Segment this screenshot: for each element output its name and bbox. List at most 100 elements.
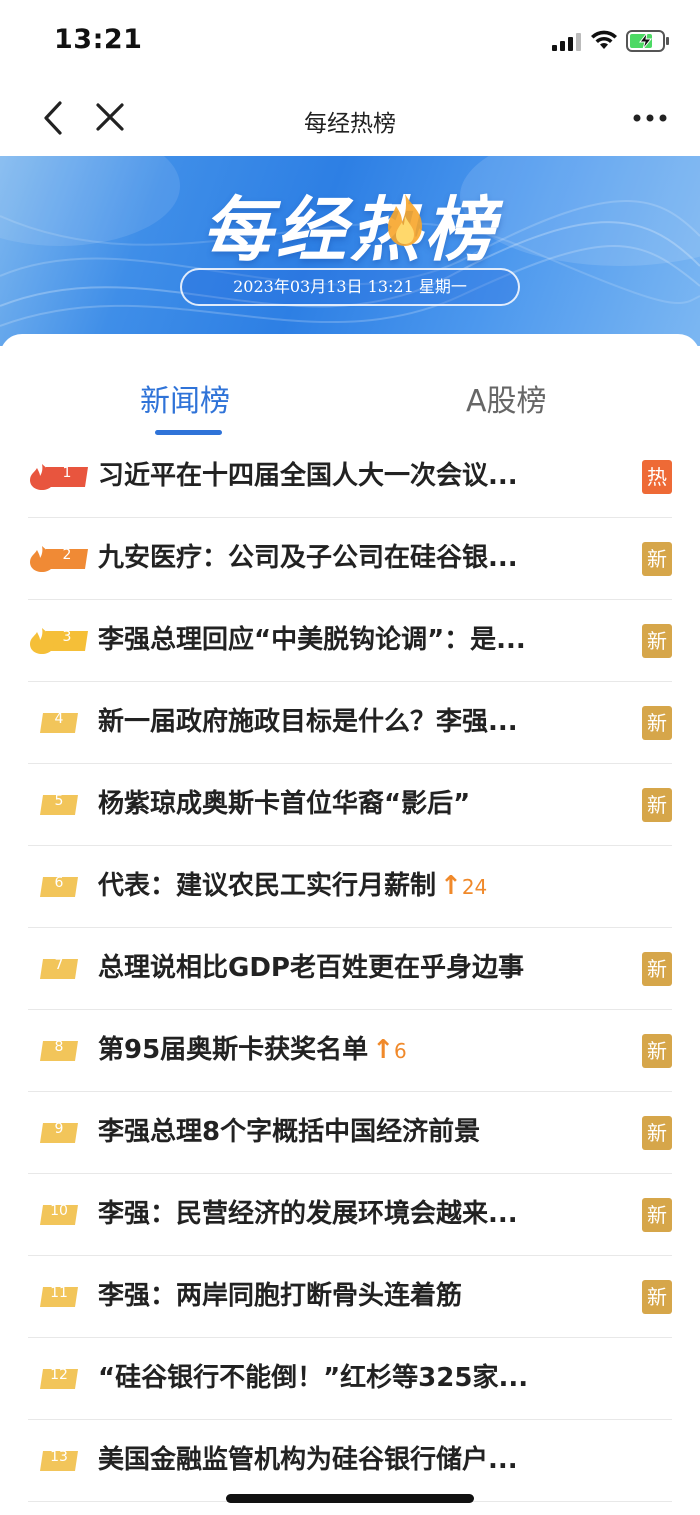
new-badge: 新 [642,624,672,658]
nav-bar: 每经热榜 [0,84,700,156]
new-badge: 新 [642,1034,672,1068]
trend-up-arrow-icon: ↑ [440,871,462,901]
news-title-text: 杨紫琼成奥斯卡首位华裔“影后” [98,789,471,819]
news-title[interactable]: 新一届政府施政目标是什么？李强... [98,704,568,740]
news-title[interactable]: 代表：建议农民工实行月薪制 ↑24 [98,868,568,905]
new-badge: 新 [642,1116,672,1150]
list-item[interactable]: 11 李强：两岸同胞打断骨头连着筋 新 [0,1256,700,1338]
list-item[interactable]: 3 李强总理回应“中美脱钩论调”：是... 新 [0,600,700,682]
rank-number: 4 [54,711,64,727]
rank-number: 9 [54,1121,64,1137]
trend-value: 6 [393,1039,407,1063]
rank-number: 2 [62,547,72,563]
rank-badge: 8 [28,1037,90,1065]
active-tab-indicator [155,430,222,435]
news-title-text: 美国金融监管机构为硅谷银行储户... [98,1445,518,1475]
news-title-text: “硅谷银行不能倒！”红杉等325家... [98,1363,529,1393]
home-indicator [226,1494,474,1503]
rank-number: 8 [54,1039,64,1055]
list-item[interactable]: 6 代表：建议农民工实行月薪制 ↑24 [0,846,700,928]
more-options-icon[interactable] [632,108,668,128]
wifi-icon [591,30,617,49]
list-item[interactable]: 5 杨紫琼成奥斯卡首位华裔“影后” 新 [0,764,700,846]
news-title[interactable]: 杨紫琼成奥斯卡首位华裔“影后” [98,786,568,822]
news-title-text: 新一届政府施政目标是什么？李强... [98,707,518,737]
ranking-tabs: 新闻榜 A股榜 [0,334,700,444]
hero-banner: 每经热榜 2023年03月13日 13:21 星期一 [0,156,700,346]
news-title-text: 总理说相比GDP老百姓更在乎身边事 [98,953,524,983]
cellular-signal-icon [552,33,582,51]
new-badge: 新 [642,542,672,576]
rank-number: 1 [62,465,72,481]
ranking-card: 新闻榜 A股榜 1 习近平在十四届全国人大一次会议... 热 2 九安医疗：公司及子公司… [0,334,700,1515]
rank-badge: 3 [28,627,90,655]
trend-indicator: ↑6 [372,1035,407,1065]
rank-number: 12 [50,1367,68,1383]
news-title-text: 代表：建议农民工实行月薪制 [98,871,437,901]
new-badge: 新 [642,706,672,740]
battery-charging-icon [626,30,669,52]
news-title-text: 第95届奥斯卡获奖名单 [98,1035,369,1065]
news-list: 1 习近平在十四届全国人大一次会议... 热 2 九安医疗：公司及子公司在硅谷银... 新… [0,436,700,1502]
news-title-text: 李强：两岸同胞打断骨头连着筋 [98,1281,463,1311]
news-title[interactable]: 李强总理回应“中美脱钩论调”：是... [98,622,568,658]
news-title[interactable]: 李强总理8个字概括中国经济前景 [98,1114,568,1150]
rank-badge: 12 [28,1365,90,1393]
news-title[interactable]: 美国金融监管机构为硅谷银行储户... [98,1442,568,1478]
page-title: 每经热榜 [304,111,396,137]
rank-badge: 9 [28,1119,90,1147]
news-title[interactable]: 李强：民营经济的发展环境会越来... [98,1196,568,1232]
list-item[interactable]: 12 “硅谷银行不能倒！”红杉等325家... [0,1338,700,1420]
rank-badge: 2 [28,545,90,573]
news-title-text: 李强：民营经济的发展环境会越来... [98,1199,518,1229]
news-title[interactable]: 李强：两岸同胞打断骨头连着筋 [98,1278,568,1314]
list-item[interactable]: 2 九安医疗：公司及子公司在硅谷银... 新 [0,518,700,600]
news-title[interactable]: 第95届奥斯卡获奖名单 ↑6 [98,1032,568,1069]
rank-badge: 6 [28,873,90,901]
list-item[interactable]: 7 总理说相比GDP老百姓更在乎身边事 新 [0,928,700,1010]
hot-badge: 热 [642,460,672,494]
status-time: 13:21 [54,24,143,55]
news-title[interactable]: 九安医疗：公司及子公司在硅谷银... [98,540,568,576]
news-title[interactable]: 总理说相比GDP老百姓更在乎身边事 [98,950,568,986]
new-badge: 新 [642,1198,672,1232]
trend-value: 24 [461,875,488,899]
list-item[interactable]: 13 美国金融监管机构为硅谷银行储户... [0,1420,700,1502]
rank-badge: 7 [28,955,90,983]
new-badge: 新 [642,788,672,822]
new-badge: 新 [642,952,672,986]
banner-date: 2023年03月13日 13:21 星期一 [180,268,520,306]
rank-number: 7 [54,957,64,973]
rank-number: 10 [50,1203,68,1219]
news-title-text: 李强总理8个字概括中国经济前景 [98,1117,481,1147]
news-title-text: 九安医疗：公司及子公司在硅谷银... [98,543,518,573]
rank-badge: 10 [28,1201,90,1229]
trend-up-arrow-icon: ↑ [372,1035,394,1065]
news-title-text: 习近平在十四届全国人大一次会议... [98,461,518,491]
list-item[interactable]: 1 习近平在十四届全国人大一次会议... 热 [0,436,700,518]
trend-indicator: ↑24 [440,871,488,901]
list-item[interactable]: 4 新一届政府施政目标是什么？李强... 新 [0,682,700,764]
news-title[interactable]: 习近平在十四届全国人大一次会议... [98,458,568,494]
rank-badge: 11 [28,1283,90,1311]
rank-badge: 13 [28,1447,90,1475]
rank-number: 5 [54,793,64,809]
flame-icon [388,194,422,246]
rank-number: 3 [62,629,72,645]
rank-badge: 5 [28,791,90,819]
tab-news-ranking[interactable]: 新闻榜 [140,376,230,420]
status-bar: 13:21 [0,0,700,84]
banner-title: 每经热榜 [202,189,498,271]
rank-badge: 1 [28,463,90,491]
new-badge: 新 [642,1280,672,1314]
list-item[interactable]: 8 第95届奥斯卡获奖名单 ↑6 新 [0,1010,700,1092]
rank-number: 11 [50,1285,68,1301]
news-title[interactable]: “硅谷银行不能倒！”红杉等325家... [98,1360,568,1396]
list-item[interactable]: 10 李强：民营经济的发展环境会越来... 新 [0,1174,700,1256]
rank-number: 6 [54,875,64,891]
rank-number: 13 [50,1449,68,1465]
news-title-text: 李强总理回应“中美脱钩论调”：是... [98,625,526,655]
rank-badge: 4 [28,709,90,737]
list-item[interactable]: 9 李强总理8个字概括中国经济前景 新 [0,1092,700,1174]
tab-a-share-ranking[interactable]: A股榜 [466,376,547,420]
